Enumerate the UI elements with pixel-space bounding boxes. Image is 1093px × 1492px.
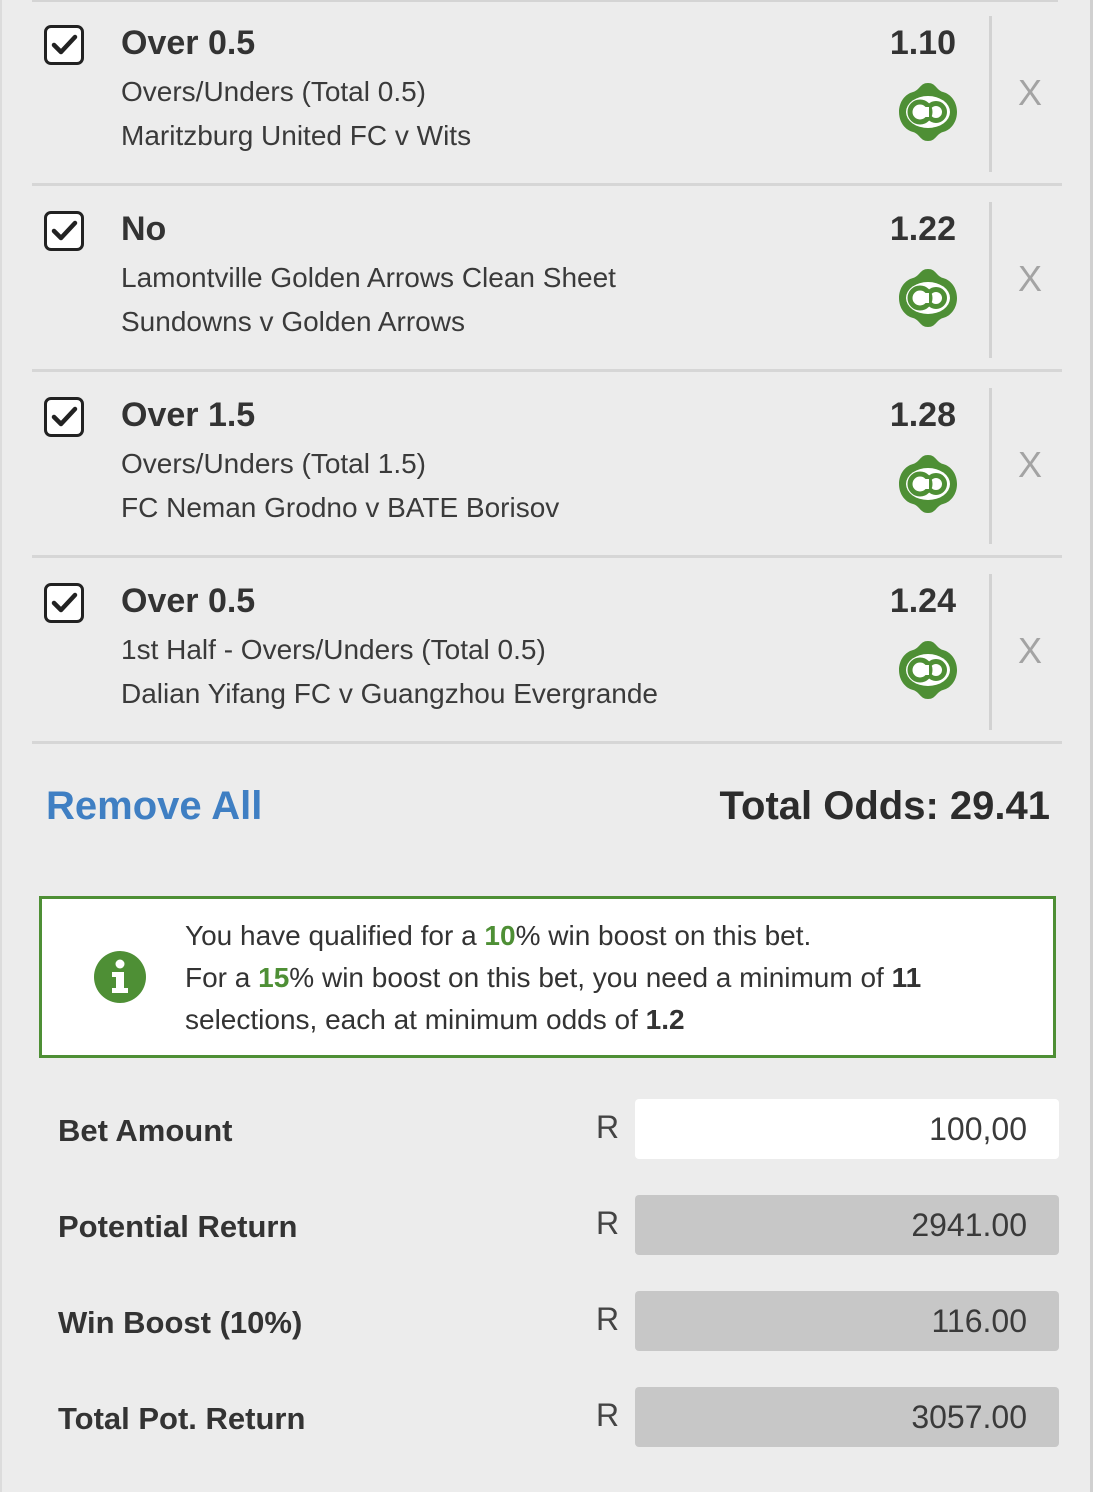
potential-return-row: Potential Return R 2941.00 [2, 1195, 1090, 1257]
boost-percent-next: 15 [258, 962, 290, 993]
selection-item: Over 0.5 1st Half - Overs/Unders (Total … [32, 558, 1062, 744]
selection-name: No [121, 210, 167, 248]
co-boost-icon [899, 269, 957, 327]
boost-line-1: You have qualified for a 10% win boost o… [185, 920, 812, 951]
total-return-row: Total Pot. Return R 3057.00 [2, 1387, 1090, 1449]
selection-market: Overs/Unders (Total 1.5) [121, 448, 426, 479]
total-return-value: 3057.00 [635, 1387, 1059, 1447]
selection-divider [989, 388, 992, 544]
boost-line-2: For a 15% win boost on this bet, you nee… [185, 962, 922, 993]
remove-all-link[interactable]: Remove All [46, 784, 262, 829]
win-boost-value: 116.00 [635, 1291, 1059, 1351]
win-boost-row: Win Boost (10%) R 116.00 [2, 1291, 1090, 1353]
selection-odds: 1.10 [889, 24, 956, 62]
bet-amount-row: Bet Amount R [2, 1099, 1090, 1161]
remove-selection-button[interactable]: X [1018, 630, 1042, 672]
selection-checkbox[interactable] [44, 25, 84, 65]
selection-item: Over 1.5 Overs/Unders (Total 1.5) FC Nem… [32, 372, 1062, 558]
checkmark-icon [51, 34, 78, 55]
potential-return-value: 2941.00 [635, 1195, 1059, 1255]
checkmark-icon [51, 592, 78, 613]
selection-match: FC Neman Grodno v BATE Borisov [121, 492, 560, 523]
co-boost-icon [899, 641, 957, 699]
selection-name: Over 0.5 [121, 24, 256, 62]
selection-item: Over 0.5 Overs/Unders (Total 0.5) Maritz… [32, 0, 1062, 186]
checkmark-icon [51, 220, 78, 241]
remove-selection-button[interactable]: X [1018, 72, 1042, 114]
selection-checkbox[interactable] [44, 397, 84, 437]
selection-checkbox[interactable] [44, 583, 84, 623]
selection-item: No Lamontville Golden Arrows Clean Sheet… [32, 186, 1062, 372]
selection-divider [989, 16, 992, 172]
currency-symbol: R [596, 1397, 620, 1433]
selection-name: Over 0.5 [121, 582, 256, 620]
selection-match: Maritzburg United FC v Wits [121, 120, 472, 151]
bet-amount-input[interactable] [635, 1099, 1059, 1159]
currency-symbol: R [596, 1109, 620, 1145]
boost-line-3: selections, each at minimum odds of 1.2 [185, 1004, 685, 1035]
selection-market: Overs/Unders (Total 0.5) [121, 76, 426, 107]
info-icon [94, 951, 146, 1003]
boost-message: You have qualified for a 10% win boost o… [185, 915, 1045, 1041]
win-boost-notice: You have qualified for a 10% win boost o… [39, 896, 1056, 1058]
checkmark-icon [51, 406, 78, 427]
selection-match: Sundowns v Golden Arrows [121, 306, 465, 337]
remove-selection-button[interactable]: X [1018, 258, 1042, 300]
total-return-label: Total Pot. Return [58, 1401, 306, 1436]
selection-market: Lamontville Golden Arrows Clean Sheet [121, 262, 616, 293]
betslip: Over 0.5 Overs/Unders (Total 0.5) Maritz… [0, 0, 1093, 1492]
selection-divider [989, 202, 992, 358]
co-boost-icon [899, 83, 957, 141]
boost-min-selections: 11 [891, 962, 922, 993]
win-boost-label: Win Boost (10%) [58, 1305, 303, 1340]
co-boost-icon [899, 455, 957, 513]
selection-checkbox[interactable] [44, 211, 84, 251]
selection-divider [989, 574, 992, 730]
total-odds: Total Odds: 29.41 [719, 784, 1050, 828]
selection-odds: 1.28 [889, 396, 956, 434]
selection-name: Over 1.5 [121, 396, 256, 434]
currency-symbol: R [596, 1301, 620, 1337]
selection-odds: 1.24 [889, 582, 956, 620]
selection-market: 1st Half - Overs/Unders (Total 0.5) [121, 634, 546, 665]
potential-return-label: Potential Return [58, 1209, 298, 1244]
selection-match: Dalian Yifang FC v Guangzhou Evergrande [121, 678, 658, 709]
selection-odds: 1.22 [889, 210, 956, 248]
boost-min-odds: 1.2 [645, 1004, 685, 1035]
remove-selection-button[interactable]: X [1018, 444, 1042, 486]
currency-symbol: R [596, 1205, 620, 1241]
boost-percent-current: 10 [484, 920, 516, 951]
bet-amount-label: Bet Amount [58, 1113, 233, 1148]
